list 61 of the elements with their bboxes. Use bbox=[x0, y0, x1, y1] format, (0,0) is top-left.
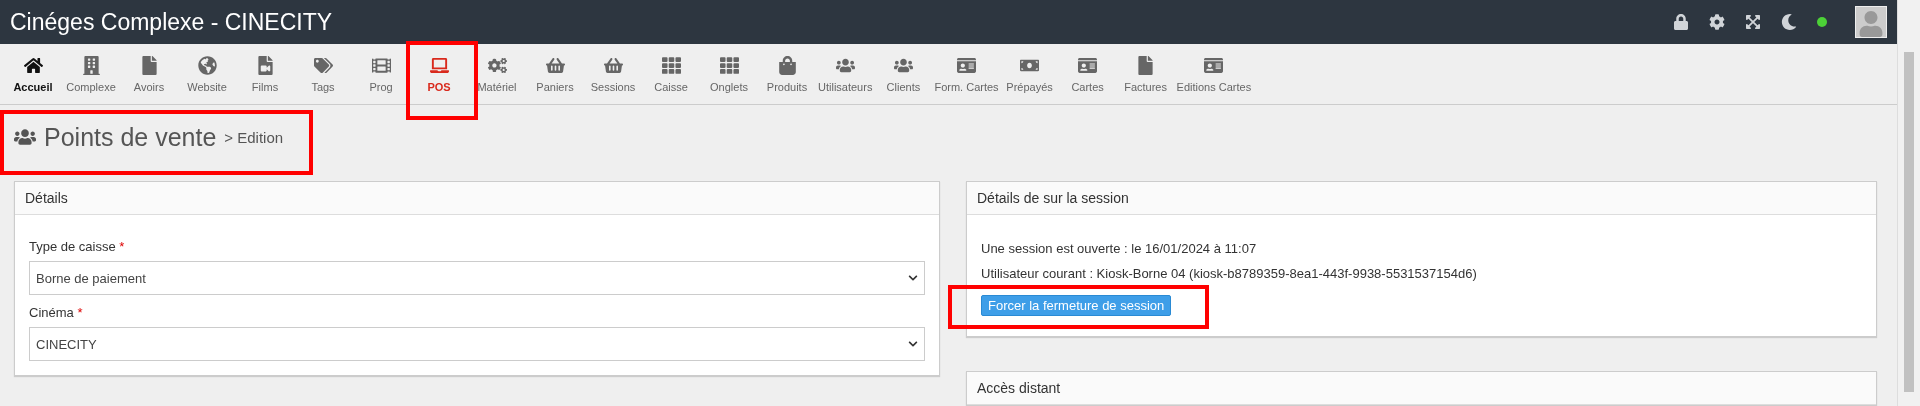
nav-item[interactable]: Prog bbox=[352, 44, 410, 104]
nav-icon bbox=[197, 55, 217, 75]
nav-item[interactable]: Clients bbox=[874, 44, 933, 104]
nav-icon bbox=[81, 55, 101, 75]
nav-icon bbox=[545, 55, 565, 75]
select-field[interactable]: CINECITY bbox=[29, 327, 925, 361]
nav-item[interactable]: Editions Cartes bbox=[1174, 44, 1254, 104]
nav-item[interactable]: Form. Cartes bbox=[932, 44, 1001, 104]
nav-icon bbox=[371, 55, 391, 75]
field-label: Cinéma * bbox=[29, 305, 84, 320]
nav-item[interactable]: Matériel bbox=[468, 44, 526, 104]
nav-icon bbox=[429, 55, 449, 75]
nav-item[interactable]: Cartes bbox=[1058, 44, 1117, 104]
settings-icon[interactable] bbox=[1709, 14, 1725, 31]
nav-item[interactable]: Factures bbox=[1116, 44, 1175, 104]
field-label: Type de caisse * bbox=[29, 239, 126, 254]
nav-icon bbox=[487, 55, 507, 75]
lock-icon[interactable] bbox=[1673, 14, 1689, 31]
nav-icon bbox=[661, 55, 681, 75]
nav-item[interactable]: Prépayés bbox=[1000, 44, 1059, 104]
fullscreen-icon[interactable] bbox=[1745, 14, 1761, 31]
nav-item[interactable]: Utilisateurs bbox=[816, 44, 875, 104]
nav-item[interactable]: Caisse bbox=[642, 44, 700, 104]
chevron-icon bbox=[908, 273, 918, 283]
nav-icon bbox=[1078, 55, 1098, 75]
select-field[interactable]: Borne de paiement bbox=[29, 261, 925, 295]
app-title: Cinéges Complexe - CINECITY bbox=[10, 8, 334, 36]
nav-item[interactable]: Paniers bbox=[526, 44, 584, 104]
session-info: Utilisateur courant : Kiosk-Borne 04 (kiosk-b8789359-8ea1-443f-9938-5531537154d6) bbox=[981, 266, 1478, 281]
nav-icon bbox=[603, 55, 623, 75]
nav-icon bbox=[255, 55, 275, 75]
nav-item[interactable]: Complexe bbox=[62, 44, 120, 104]
panel-title: Détails de sur la session bbox=[967, 182, 1876, 215]
nav-icon bbox=[719, 55, 739, 75]
moon-icon[interactable] bbox=[1781, 14, 1797, 31]
force-close-button[interactable]: Forcer la fermeture de session bbox=[981, 295, 1172, 316]
avatar[interactable] bbox=[1855, 6, 1887, 39]
page-title: Points de vente bbox=[44, 122, 217, 152]
panel-title: Détails bbox=[15, 182, 939, 215]
nav-icon bbox=[139, 55, 159, 75]
users-icon bbox=[14, 126, 36, 148]
nav-icon bbox=[1136, 55, 1156, 75]
page-subtitle: > Edition bbox=[224, 128, 284, 146]
nav-icon bbox=[777, 55, 797, 75]
nav-item[interactable]: Sessions bbox=[584, 44, 642, 104]
chevron-icon bbox=[908, 339, 918, 349]
nav-item[interactable]: Website bbox=[178, 44, 236, 104]
nav-icon bbox=[23, 55, 43, 75]
nav-item[interactable]: Films bbox=[236, 44, 294, 104]
nav-icon bbox=[957, 55, 976, 75]
nav-icon bbox=[1204, 55, 1224, 75]
panel-title: Accès distant bbox=[967, 372, 1876, 405]
nav-item[interactable]: Avoirs bbox=[120, 44, 178, 104]
nav-item[interactable]: Tags bbox=[294, 44, 352, 104]
nav-item[interactable]: Produits bbox=[758, 44, 816, 104]
nav-item[interactable]: Accueil bbox=[4, 44, 62, 104]
nav-icon bbox=[313, 55, 333, 75]
nav-item[interactable]: POS bbox=[410, 44, 468, 104]
scrollbar-thumb[interactable] bbox=[1904, 52, 1914, 392]
session-info: Une session est ouverte : le 16/01/2024 à 11:07 bbox=[981, 241, 1258, 256]
nav-item[interactable]: Onglets bbox=[700, 44, 758, 104]
